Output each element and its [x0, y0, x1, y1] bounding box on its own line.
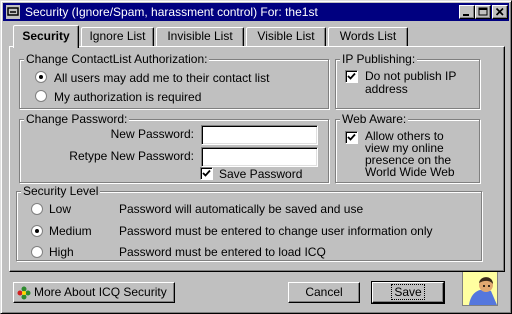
- icq-mascot-icon: [462, 270, 498, 306]
- web-aware-checkbox[interactable]: [345, 131, 358, 144]
- web-aware-group-label: Web Aware:: [340, 112, 409, 126]
- new-password-input[interactable]: [201, 125, 318, 145]
- save-password-checkbox[interactable]: [200, 167, 213, 180]
- check-mark-icon: [347, 133, 356, 141]
- cancel-label: Cancel: [305, 285, 343, 299]
- tab-label: Ignore List: [89, 29, 146, 43]
- web-aware-group: Web Aware: Allow others to view my onlin…: [335, 112, 480, 183]
- title-bar[interactable]: Security (Ignore/Spam, harassment contro…: [3, 3, 509, 21]
- level-low-description: Password will automatically be saved and…: [119, 202, 364, 216]
- close-icon: [495, 7, 504, 16]
- ip-publishing-label-line1[interactable]: Do not publish IP: [365, 69, 456, 83]
- retype-password-label: Retype New Password:: [69, 149, 194, 163]
- level-high-name[interactable]: High: [49, 245, 74, 259]
- mascot-figure-icon: [463, 271, 497, 305]
- password-group: Change Password: New Password: Retype Ne…: [19, 112, 329, 183]
- tab-security[interactable]: Security: [13, 25, 79, 48]
- maximize-button[interactable]: [475, 5, 491, 19]
- level-medium-description: Password must be entered to change user …: [119, 224, 433, 238]
- level-low-name[interactable]: Low: [49, 202, 71, 216]
- icq-app-icon: [6, 5, 20, 19]
- radio-level-medium[interactable]: [31, 225, 43, 237]
- maximize-icon: [478, 7, 488, 16]
- tab-label: Invisible List: [167, 29, 233, 43]
- security-dialog: Security (Ignore/Spam, harassment contro…: [0, 0, 512, 314]
- icq-flower-icon: [17, 286, 31, 300]
- tab-invisible-list[interactable]: Invisible List: [156, 27, 244, 46]
- minimize-icon: [463, 14, 469, 16]
- radio-level-low[interactable]: [31, 203, 43, 215]
- authorization-group: Change ContactList Authorization: All us…: [19, 52, 329, 109]
- security-level-group: Security Level Low Password will automat…: [16, 184, 482, 261]
- ip-publishing-group-label: IP Publishing:: [340, 52, 418, 66]
- security-tab-panel: Change ContactList Authorization: All us…: [9, 46, 505, 272]
- radio-all-users[interactable]: [35, 71, 47, 83]
- window-title: Security (Ignore/Spam, harassment contro…: [25, 5, 318, 19]
- save-button[interactable]: Save: [371, 281, 445, 304]
- new-password-label: New Password:: [110, 127, 194, 141]
- ip-publishing-checkbox[interactable]: [345, 70, 358, 83]
- save-password-label[interactable]: Save Password: [219, 167, 302, 181]
- tab-label: Visible List: [257, 29, 315, 43]
- retype-password-input[interactable]: [201, 147, 318, 167]
- radio-level-high[interactable]: [31, 246, 43, 258]
- password-group-label: Change Password:: [24, 112, 130, 126]
- radio-authorization-required[interactable]: [35, 90, 47, 102]
- level-high-description: Password must be entered to load ICQ: [119, 245, 326, 259]
- tab-label: Words List: [339, 29, 397, 43]
- radio-authorization-required-label[interactable]: My authorization is required: [54, 90, 201, 104]
- tab-label: Security: [22, 29, 70, 43]
- security-level-group-label: Security Level: [21, 184, 101, 198]
- tab-ignore-list[interactable]: Ignore List: [81, 27, 154, 46]
- cancel-button[interactable]: Cancel: [288, 282, 360, 303]
- close-button[interactable]: [492, 5, 508, 19]
- more-about-security-label: More About ICQ Security: [34, 285, 167, 299]
- check-mark-icon: [202, 169, 211, 177]
- web-aware-label-line4[interactable]: World Wide Web: [365, 166, 455, 178]
- ip-publishing-group: IP Publishing: Do not publish IP address: [335, 52, 480, 109]
- tab-visible-list[interactable]: Visible List: [246, 27, 326, 46]
- radio-all-users-label[interactable]: All users may add me to their contact li…: [54, 71, 269, 85]
- level-medium-name[interactable]: Medium: [49, 224, 92, 238]
- check-mark-icon: [347, 72, 356, 80]
- minimize-button[interactable]: [459, 5, 475, 19]
- more-about-security-button[interactable]: More About ICQ Security: [13, 282, 175, 303]
- ip-publishing-label-line2[interactable]: address: [365, 82, 408, 96]
- authorization-group-label: Change ContactList Authorization:: [24, 52, 210, 66]
- tab-words-list[interactable]: Words List: [328, 27, 408, 46]
- save-label: Save: [391, 284, 425, 300]
